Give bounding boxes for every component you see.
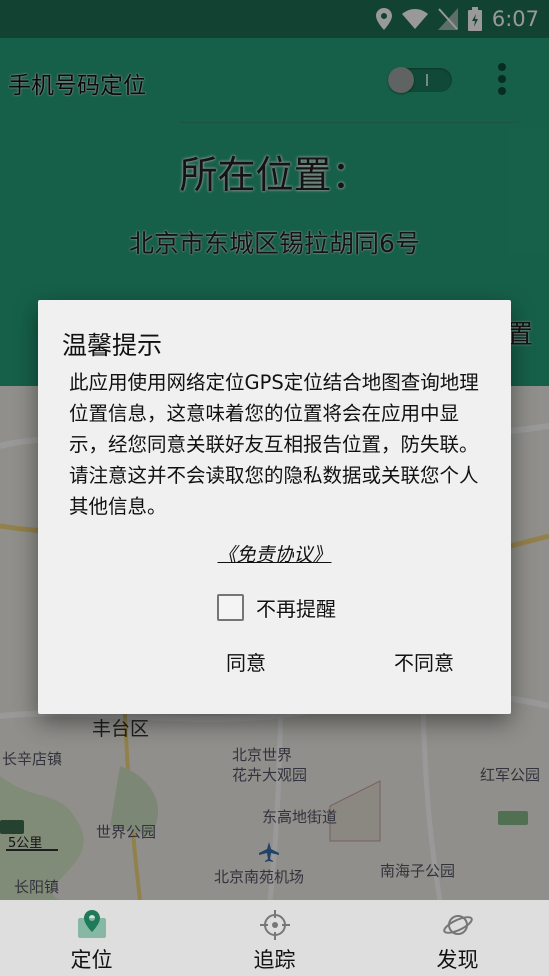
disagree-button[interactable]: 不同意 (388, 646, 460, 677)
disclaimer-link[interactable]: 《免责协议》 (38, 540, 511, 567)
agree-button[interactable]: 同意 (220, 646, 272, 677)
nav-item-discover[interactable]: 发现 (366, 900, 549, 976)
notice-dialog: 温馨提示 此应用使用网络定位GPS定位结合地图查询地理位置信息，这意味着您的位置… (38, 300, 511, 714)
nav-item-locate[interactable]: 定位 (0, 900, 183, 976)
dont-remind-checkbox[interactable] (217, 593, 244, 621)
nav-label: 定位 (70, 948, 113, 972)
bottom-nav: 定位 追踪 发现 (0, 900, 549, 976)
nav-item-track[interactable]: 追踪 (183, 900, 366, 976)
dialog-body: 此应用使用网络定位GPS定位结合地图查询地理位置信息，这意味着您的位置将会在应用… (69, 371, 479, 518)
map-pin-icon (78, 910, 106, 938)
nav-label: 追踪 (253, 948, 296, 972)
dont-remind-label[interactable]: 不再提醒 (256, 593, 336, 622)
dialog-title: 温馨提示 (62, 331, 163, 360)
target-icon (260, 910, 290, 940)
nav-label: 发现 (436, 948, 479, 972)
planet-icon (443, 915, 473, 935)
dont-remind-row[interactable]: 不再提醒 (217, 592, 336, 622)
